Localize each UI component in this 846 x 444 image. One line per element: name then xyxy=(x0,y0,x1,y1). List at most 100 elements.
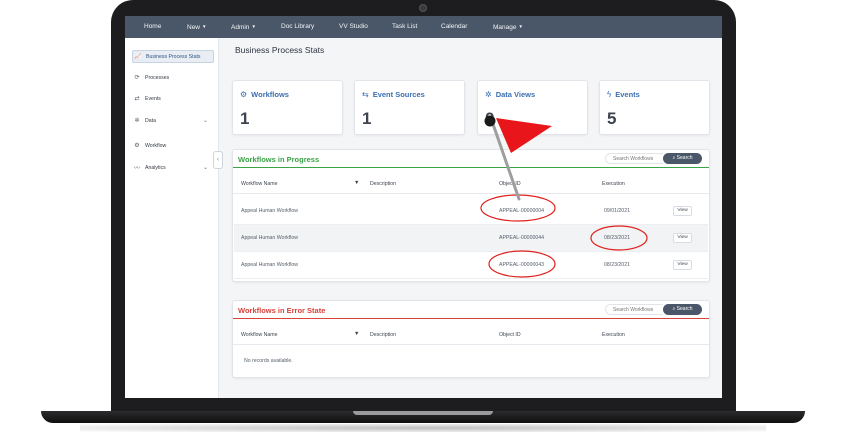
table-row: Appeal Human Workflow APPEAL-00000044 08… xyxy=(234,225,708,252)
sidebar-item-label: Events xyxy=(145,95,161,102)
table-row: Appeal Human Workflow APPEAL-00000043 08… xyxy=(234,252,708,279)
search-button-label: Search xyxy=(676,306,693,312)
sidebar-collapse-button[interactable]: ‹ xyxy=(213,151,223,169)
stat-value: 1 xyxy=(362,109,372,128)
cell-execution: 08/23/2021 xyxy=(604,235,630,241)
view-button[interactable]: View xyxy=(673,260,692,270)
sidebar-item-business-process-stats[interactable]: 📈 Business Process Stats xyxy=(132,50,214,63)
nav-manage[interactable]: Manage ▼ xyxy=(493,16,523,38)
stat-label: Event Sources xyxy=(372,90,425,99)
page-title: Business Process Stats xyxy=(235,45,325,55)
lightning-icon: ϟ xyxy=(607,90,612,99)
search-button[interactable]: ⌕ Search xyxy=(663,153,702,164)
process-icon: ⟳ xyxy=(134,75,140,81)
nav-label: Task List xyxy=(392,23,418,30)
nav-label: Doc Library xyxy=(281,23,315,30)
nav-label: Admin xyxy=(231,24,250,31)
events-icon: ⇄ xyxy=(134,96,140,102)
sidebar-item-processes[interactable]: ⟳ Processes xyxy=(132,71,214,84)
search-button[interactable]: ⌕ Search xyxy=(663,304,702,315)
panel-divider xyxy=(233,167,709,168)
search-workflows-input[interactable] xyxy=(605,304,663,315)
caret-down-icon: ▼ xyxy=(251,24,256,29)
data-icon: ✲ xyxy=(134,118,140,124)
analytics-icon: 〰 xyxy=(133,166,140,172)
sidebar-item-label: Business Process Stats xyxy=(146,53,201,60)
workflow-icon: ⚙ xyxy=(134,143,140,149)
caret-down-icon: ▼ xyxy=(518,24,523,29)
cell-execution: 08/23/2021 xyxy=(604,262,630,268)
nav-task-list[interactable]: Task List xyxy=(392,16,417,38)
nav-label: New xyxy=(187,24,201,31)
nav-vv-studio[interactable]: VV Studio xyxy=(339,16,368,38)
event-sources-icon: ⇆ xyxy=(362,90,369,99)
chevron-down-icon[interactable]: ⌄ xyxy=(203,117,208,124)
data-views-icon: ✲ xyxy=(485,90,492,99)
column-header-object-id[interactable]: Object ID xyxy=(499,332,521,338)
nav-label: Home xyxy=(144,23,162,30)
view-button[interactable]: View xyxy=(673,206,692,216)
stat-card-event-sources[interactable]: ⇆ Event Sources 1 xyxy=(354,80,465,135)
panel-title: Workflows in Error State xyxy=(238,306,326,315)
chevron-down-icon[interactable]: ⌄ xyxy=(203,164,208,171)
sort-down-icon[interactable]: ▼ xyxy=(354,180,359,186)
column-header-workflow-name[interactable]: Workflow Name xyxy=(241,181,278,187)
sidebar-item-label: Workflow xyxy=(145,142,167,149)
view-button[interactable]: View xyxy=(673,233,692,243)
cell-execution: 09/01/2021 xyxy=(604,208,630,214)
header-divider xyxy=(233,344,709,345)
stat-value: 0 xyxy=(485,109,495,128)
chevron-left-icon: ‹ xyxy=(217,157,219,163)
stat-label: Workflows xyxy=(251,90,289,99)
sidebar-item-workflow[interactable]: ⚙ Workflow xyxy=(132,139,214,152)
column-header-workflow-name[interactable]: Workflow Name xyxy=(241,332,278,338)
column-header-execution[interactable]: Execution xyxy=(602,332,625,338)
column-header-object-id[interactable]: Object ID xyxy=(499,181,521,187)
line-chart-icon: 📈 xyxy=(134,54,142,60)
nav-calendar[interactable]: Calendar xyxy=(441,16,467,38)
nav-label: VV Studio xyxy=(339,23,368,30)
column-header-execution[interactable]: Execution xyxy=(602,181,625,187)
workflows-in-error-panel: Workflows in Error State ⌕ Search Workfl… xyxy=(232,300,710,378)
sort-down-icon[interactable]: ▼ xyxy=(354,331,359,337)
stat-card-data-views[interactable]: ✲ Data Views 0 xyxy=(477,80,588,135)
stat-label: Data Views xyxy=(495,90,536,99)
panel-divider xyxy=(233,318,709,319)
laptop-notch xyxy=(353,411,493,415)
search-workflows-input[interactable] xyxy=(605,153,663,164)
laptop-shadow xyxy=(80,424,766,432)
nav-label: Manage xyxy=(493,24,517,31)
stat-value: 1 xyxy=(240,109,250,128)
column-header-description[interactable]: Description xyxy=(370,181,396,187)
header-divider xyxy=(233,193,709,194)
sidebar-item-data[interactable]: ✲ Data ⌄ xyxy=(132,114,214,127)
workflows-icon: ⚙ xyxy=(240,90,248,99)
workflows-in-progress-panel: Workflows in Progress ⌕ Search Workflow … xyxy=(232,149,710,282)
nav-new[interactable]: New ▼ xyxy=(187,16,206,38)
sidebar: 📈 Business Process Stats ⟳ Processes ⇄ E… xyxy=(125,38,219,398)
top-navigation: Home New ▼ Admin ▼ Doc Library VV Studio T… xyxy=(125,16,722,38)
sidebar-item-label: Processes xyxy=(145,74,170,81)
cell-workflow-name: Appeal Human Workflow xyxy=(241,262,298,268)
cell-workflow-name: Appeal Human Workflow xyxy=(241,208,298,214)
cell-workflow-name: Appeal Human Workflow xyxy=(241,235,298,241)
nav-admin[interactable]: Admin ▼ xyxy=(231,16,256,38)
cell-object-id: APPEAL-00000004 xyxy=(499,208,544,214)
stat-value: 5 xyxy=(607,109,617,128)
nav-label: Calendar xyxy=(441,23,468,30)
stat-card-workflows[interactable]: ⚙ Workflows 1 xyxy=(232,80,343,135)
app-screen: Home New ▼ Admin ▼ Doc Library VV Studio T… xyxy=(125,16,722,398)
webcam-icon xyxy=(419,4,427,12)
empty-state-text: No records available. xyxy=(244,358,293,364)
sidebar-item-analytics[interactable]: 〰 Analytics ⌄ xyxy=(132,161,214,174)
cell-object-id: APPEAL-00000044 xyxy=(499,235,544,241)
sidebar-item-label: Data xyxy=(145,117,156,124)
nav-doc-library[interactable]: Doc Library xyxy=(281,16,314,38)
sidebar-item-label: Analytics xyxy=(145,164,166,171)
stat-card-events[interactable]: ϟ Events 5 xyxy=(599,80,710,135)
cell-object-id: APPEAL-00000043 xyxy=(499,262,544,268)
sidebar-item-events[interactable]: ⇄ Events xyxy=(132,92,214,105)
nav-home[interactable]: Home xyxy=(144,16,161,38)
search-button-label: Search xyxy=(676,155,693,161)
column-header-description[interactable]: Description xyxy=(370,332,396,338)
